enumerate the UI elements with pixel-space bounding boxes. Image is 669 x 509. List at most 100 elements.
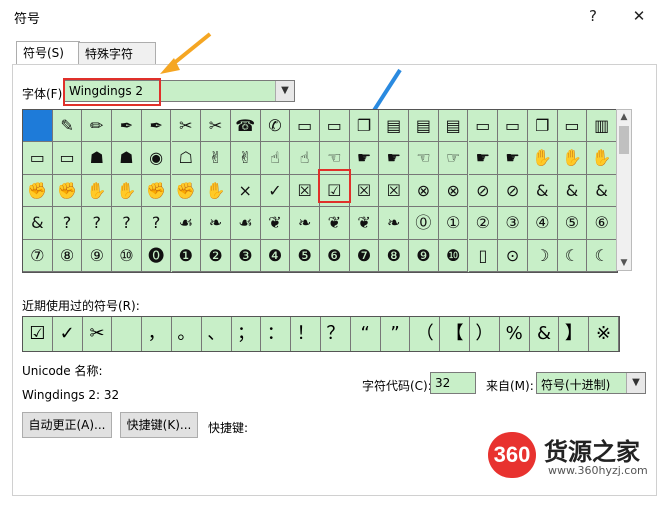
symbol-cell[interactable]: ✋ — [527, 142, 558, 175]
recent-symbol[interactable]: ？ — [321, 317, 351, 351]
symbol-cell[interactable]: ☞ — [438, 142, 469, 175]
symbol-cell[interactable]: ✊ — [23, 174, 53, 208]
shortcut-key-button[interactable]: 快捷键(K)... — [120, 412, 198, 438]
symbol-cell[interactable]: & — [587, 174, 617, 208]
symbol-cell[interactable]: ⊗ — [409, 174, 439, 208]
recent-symbol[interactable]: （ — [410, 317, 441, 351]
char-code-input[interactable]: 32 — [430, 372, 476, 394]
symbol-cell[interactable]: ❐ — [527, 110, 558, 143]
symbol-cell[interactable]: & — [557, 174, 588, 208]
symbol-cell[interactable]: ❦ — [320, 207, 350, 240]
recent-symbol[interactable]: ✂ — [83, 317, 113, 351]
symbol-cell[interactable]: ✊ — [52, 174, 83, 208]
symbol-cell[interactable]: ☽ — [527, 239, 558, 272]
symbol-cell[interactable]: ✊ — [171, 174, 202, 208]
symbol-cell[interactable]: ▭ — [290, 110, 320, 143]
from-select[interactable]: 符号(十进制) ▼ — [536, 372, 646, 394]
symbol-cell[interactable]: ❷ — [201, 239, 231, 272]
symbol-cell[interactable]: ❽ — [379, 239, 410, 272]
symbol-cell[interactable]: ▭ — [468, 110, 499, 143]
symbol-cell[interactable]: ✓ — [260, 174, 291, 208]
symbol-cell[interactable]: ☜ — [409, 142, 439, 175]
symbol-cell[interactable]: ⊘ — [498, 174, 528, 208]
help-button[interactable]: ? — [578, 4, 608, 28]
symbol-cell[interactable]: ❹ — [260, 239, 291, 272]
symbol-cell[interactable]: ▭ — [498, 110, 528, 143]
symbol-cell[interactable]: ❧ — [201, 207, 231, 240]
symbol-cell[interactable]: ✒ — [112, 110, 142, 143]
tab-special-chars[interactable]: 特殊字符(P) — [78, 42, 156, 83]
symbol-cell[interactable]: & — [23, 207, 53, 240]
symbol-cell[interactable]: ☗ — [112, 142, 142, 175]
symbol-cell[interactable]: ✎ — [52, 110, 83, 143]
symbol-cell[interactable]: ✋ — [82, 174, 113, 208]
symbol-cell[interactable]: ❸ — [230, 239, 261, 272]
symbol-cell[interactable]: ☝ — [290, 142, 320, 175]
symbol-cell[interactable] — [23, 110, 53, 143]
symbol-cell[interactable]: ⊗ — [438, 174, 469, 208]
symbol-cell[interactable]: ☖ — [171, 142, 202, 175]
symbol-cell[interactable]: ⓿ — [141, 239, 172, 272]
symbol-cell[interactable]: ✋ — [112, 174, 142, 208]
recent-symbol[interactable]: ” — [381, 317, 411, 351]
symbol-cell[interactable]: ▥ — [587, 110, 617, 143]
symbol-cell[interactable]: ❧ — [379, 207, 410, 240]
recent-symbol[interactable]: ✓ — [53, 317, 83, 351]
recent-symbol[interactable]: % — [500, 317, 530, 351]
symbol-cell[interactable]: ✋ — [587, 142, 617, 175]
recent-symbol[interactable]: ， — [142, 317, 172, 351]
symbol-cell[interactable]: ⑦ — [23, 239, 53, 272]
symbol-cell[interactable]: ④ — [527, 207, 558, 240]
symbol-cell[interactable]: ✋ — [201, 174, 231, 208]
symbol-cell[interactable]: ✊ — [141, 174, 172, 208]
grid-scrollbar[interactable]: ▲ ▼ — [616, 109, 632, 271]
symbol-cell[interactable]: ⑩ — [112, 239, 142, 272]
symbol-cell[interactable]: ? — [141, 207, 172, 240]
recent-symbol[interactable]: ； — [232, 317, 262, 351]
symbol-cell[interactable]: ☗ — [82, 142, 113, 175]
recent-symbol[interactable]: 【 — [440, 317, 470, 351]
symbol-cell[interactable]: ✌ — [230, 142, 261, 175]
recent-symbol[interactable]: ！ — [291, 317, 321, 351]
symbol-cell[interactable]: ❧ — [290, 207, 320, 240]
symbol-cell[interactable]: ❺ — [290, 239, 320, 272]
symbol-cell[interactable]: ⓪ — [409, 207, 439, 240]
recent-symbol[interactable]: ※ — [589, 317, 619, 351]
symbol-cell[interactable]: ▤ — [379, 110, 410, 143]
symbol-cell[interactable]: ? — [52, 207, 83, 240]
symbol-cell[interactable]: ☒ — [349, 174, 380, 208]
symbol-cell[interactable]: ▤ — [409, 110, 439, 143]
recent-symbol[interactable]: ） — [470, 317, 500, 351]
symbol-cell[interactable]: ⑥ — [587, 207, 617, 240]
symbol-cell[interactable]: ☛ — [349, 142, 380, 175]
symbol-cell[interactable]: ❿ — [438, 239, 469, 272]
symbol-cell[interactable]: ▤ — [438, 110, 469, 143]
symbol-cell[interactable]: ❦ — [349, 207, 380, 240]
autocorrect-button[interactable]: 自动更正(A)... — [22, 412, 112, 438]
recent-symbol[interactable]: & — [530, 317, 560, 351]
symbol-cell[interactable]: & — [527, 174, 558, 208]
symbol-cell[interactable]: ☙ — [171, 207, 202, 240]
chevron-down-icon[interactable]: ▼ — [626, 373, 645, 393]
symbol-cell[interactable]: ☎ — [230, 110, 261, 143]
recent-symbol[interactable]: 】 — [559, 317, 590, 351]
symbol-cell[interactable]: ✂ — [201, 110, 231, 143]
symbol-cell[interactable]: ✌ — [201, 142, 231, 175]
symbol-cell[interactable]: ✋ — [557, 142, 588, 175]
scroll-thumb[interactable] — [619, 126, 629, 154]
recent-symbol[interactable]: 。 — [172, 317, 202, 351]
symbol-cell[interactable]: ② — [468, 207, 499, 240]
symbol-cell[interactable]: × — [230, 174, 261, 208]
symbol-cell[interactable]: ☛ — [379, 142, 410, 175]
close-button[interactable]: ✕ — [624, 4, 654, 28]
symbol-cell[interactable]: ✒ — [141, 110, 172, 143]
tab-symbols[interactable]: 符号(S) — [16, 41, 80, 66]
symbol-cell[interactable]: ▭ — [557, 110, 588, 143]
symbol-cell[interactable]: ⊘ — [468, 174, 499, 208]
recent-symbol[interactable]: “ — [351, 317, 381, 351]
symbol-cell[interactable]: ❶ — [171, 239, 202, 272]
symbol-cell[interactable]: ❐ — [349, 110, 380, 143]
symbol-cell[interactable]: ❻ — [320, 239, 350, 272]
symbol-cell[interactable]: ③ — [498, 207, 528, 240]
symbol-cell[interactable]: ☛ — [468, 142, 499, 175]
